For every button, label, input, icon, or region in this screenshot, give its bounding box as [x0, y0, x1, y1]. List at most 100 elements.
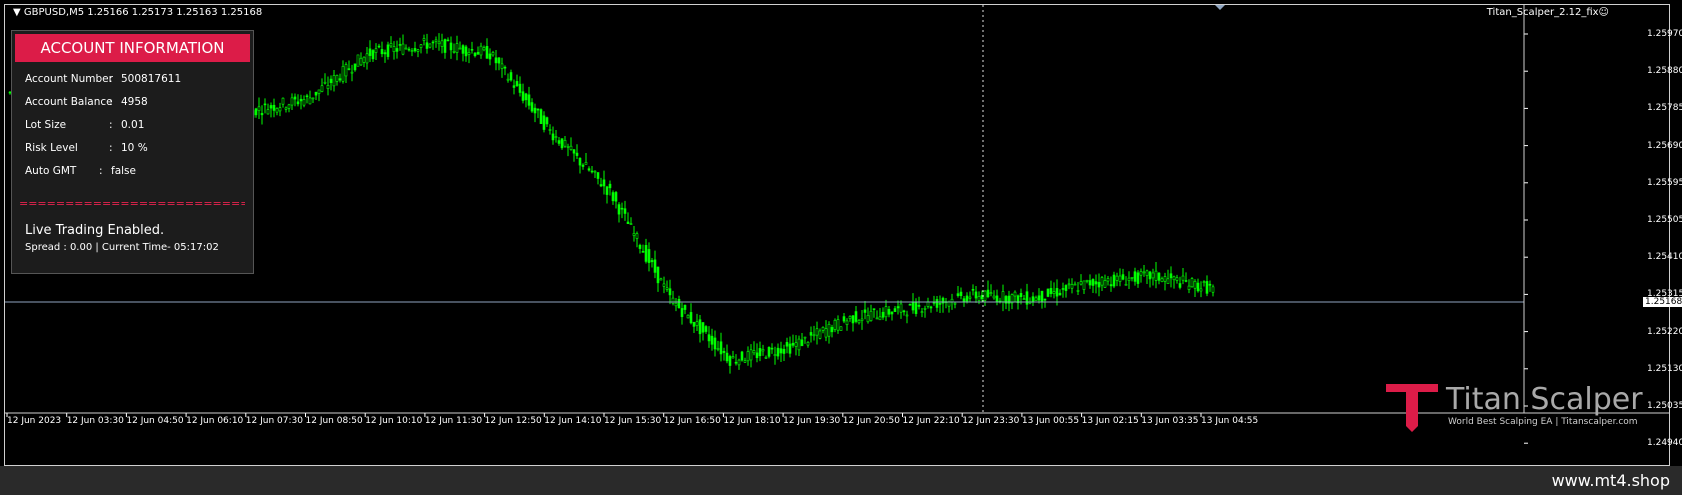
time-tick-label: 13 Jun 00:55 [1021, 416, 1080, 426]
candle-body [1049, 288, 1053, 295]
candle-body [368, 48, 372, 56]
candle-body [263, 103, 267, 106]
candle-body [1088, 280, 1092, 286]
candle-body [518, 83, 522, 93]
candle-body [272, 104, 276, 111]
time-tick-label: 12 Jun 15:30 [604, 416, 662, 426]
candle-body [1202, 281, 1206, 284]
candle-body [371, 50, 375, 60]
candle-body [710, 335, 714, 345]
row-value: 10 % [121, 142, 148, 154]
candle-body [620, 207, 624, 210]
candle-body [1148, 271, 1152, 280]
candle-body [812, 334, 816, 337]
candle-body [893, 308, 897, 312]
candle-body [290, 97, 294, 106]
candle-body [647, 249, 651, 263]
candle-body [1163, 276, 1167, 282]
candle-body [887, 309, 891, 315]
candle-body [344, 64, 348, 77]
candle-body [1154, 270, 1158, 281]
candle-body [1085, 279, 1089, 282]
time-tick-label: 12 Jun 11:30 [424, 416, 483, 426]
candle-body [872, 308, 876, 310]
candle-body [752, 350, 756, 354]
candle-body [1070, 284, 1074, 289]
candle-body [785, 342, 789, 347]
price-tick-label: 1.25970 [1647, 29, 1682, 39]
candle-body [791, 342, 795, 346]
candle-body [986, 289, 990, 298]
candle-body [596, 172, 600, 179]
candle-body [623, 208, 627, 214]
candle-body [1106, 278, 1110, 282]
live-trading-status: Live Trading Enabled. [25, 223, 165, 238]
candle-body [1118, 275, 1122, 282]
candle-body [380, 49, 384, 55]
candle-body [569, 145, 573, 150]
candle-body [704, 326, 708, 332]
candle-body [335, 75, 339, 82]
candle-body [722, 351, 726, 353]
candle-body [1079, 281, 1083, 285]
candle-body [638, 244, 642, 249]
candle-body [1037, 295, 1041, 301]
candle-body [782, 348, 786, 354]
candle-body [614, 192, 618, 202]
candle-body [899, 303, 903, 313]
candle-body [695, 321, 699, 326]
price-tick-label: 1.25595 [1647, 177, 1682, 188]
candle-body [1034, 297, 1038, 302]
candle-body [599, 184, 603, 187]
price-tick-label: 1.25690 [1647, 140, 1682, 151]
time-tick-label: 12 Jun 18:10 [723, 416, 781, 426]
candle-body [383, 52, 387, 55]
candle-body [449, 42, 453, 51]
candle-body [1109, 284, 1113, 287]
candle-body [1199, 288, 1203, 292]
candle-body [815, 328, 819, 336]
current-price-label: 1.25168 [1643, 297, 1682, 307]
dropdown-arrow-icon[interactable]: ▼ [13, 7, 21, 18]
candle-body [269, 105, 273, 109]
time-tick-label: 12 Jun 07:30 [245, 416, 303, 426]
candle-body [1001, 291, 1005, 302]
candle-body [668, 288, 672, 296]
candle-body [479, 45, 483, 56]
candle-body [608, 183, 612, 189]
candle-body [557, 140, 561, 144]
candle-body [548, 129, 552, 131]
candle-body [728, 356, 732, 366]
candle-body [509, 72, 513, 81]
candle-body [1052, 291, 1056, 294]
candle-body [257, 106, 261, 111]
candle-body [731, 356, 735, 359]
candle-body [431, 41, 435, 44]
price-tick-label: 1.25220 [1647, 326, 1682, 337]
candle-body [692, 321, 696, 327]
chart-shift-marker[interactable] [1215, 5, 1225, 10]
candle-body [551, 133, 555, 141]
candle-body [908, 303, 912, 306]
row-lot-size: Lot Size:0.01 [25, 119, 145, 131]
candle-body [644, 245, 648, 262]
candle-body [461, 45, 465, 54]
candle-body [437, 41, 441, 45]
candle-body [845, 320, 849, 325]
time-tick-label: 12 Jun 12:50 [484, 416, 542, 426]
candle-body [938, 303, 942, 305]
candle-body [488, 53, 492, 60]
candle-body [458, 47, 462, 50]
candle-body [422, 38, 426, 41]
candle-body [1187, 285, 1191, 290]
candle-body [287, 104, 291, 109]
candle-body [866, 315, 870, 323]
candle-body [869, 310, 873, 321]
candle-body [962, 298, 966, 303]
candle-body [266, 109, 270, 115]
candle-body [587, 168, 591, 171]
row-account-number: Account Number: 500817611 [25, 73, 182, 85]
candle-body [1124, 283, 1128, 286]
time-tick-label: 13 Jun 04:55 [1201, 416, 1259, 426]
candle-body [896, 306, 900, 309]
